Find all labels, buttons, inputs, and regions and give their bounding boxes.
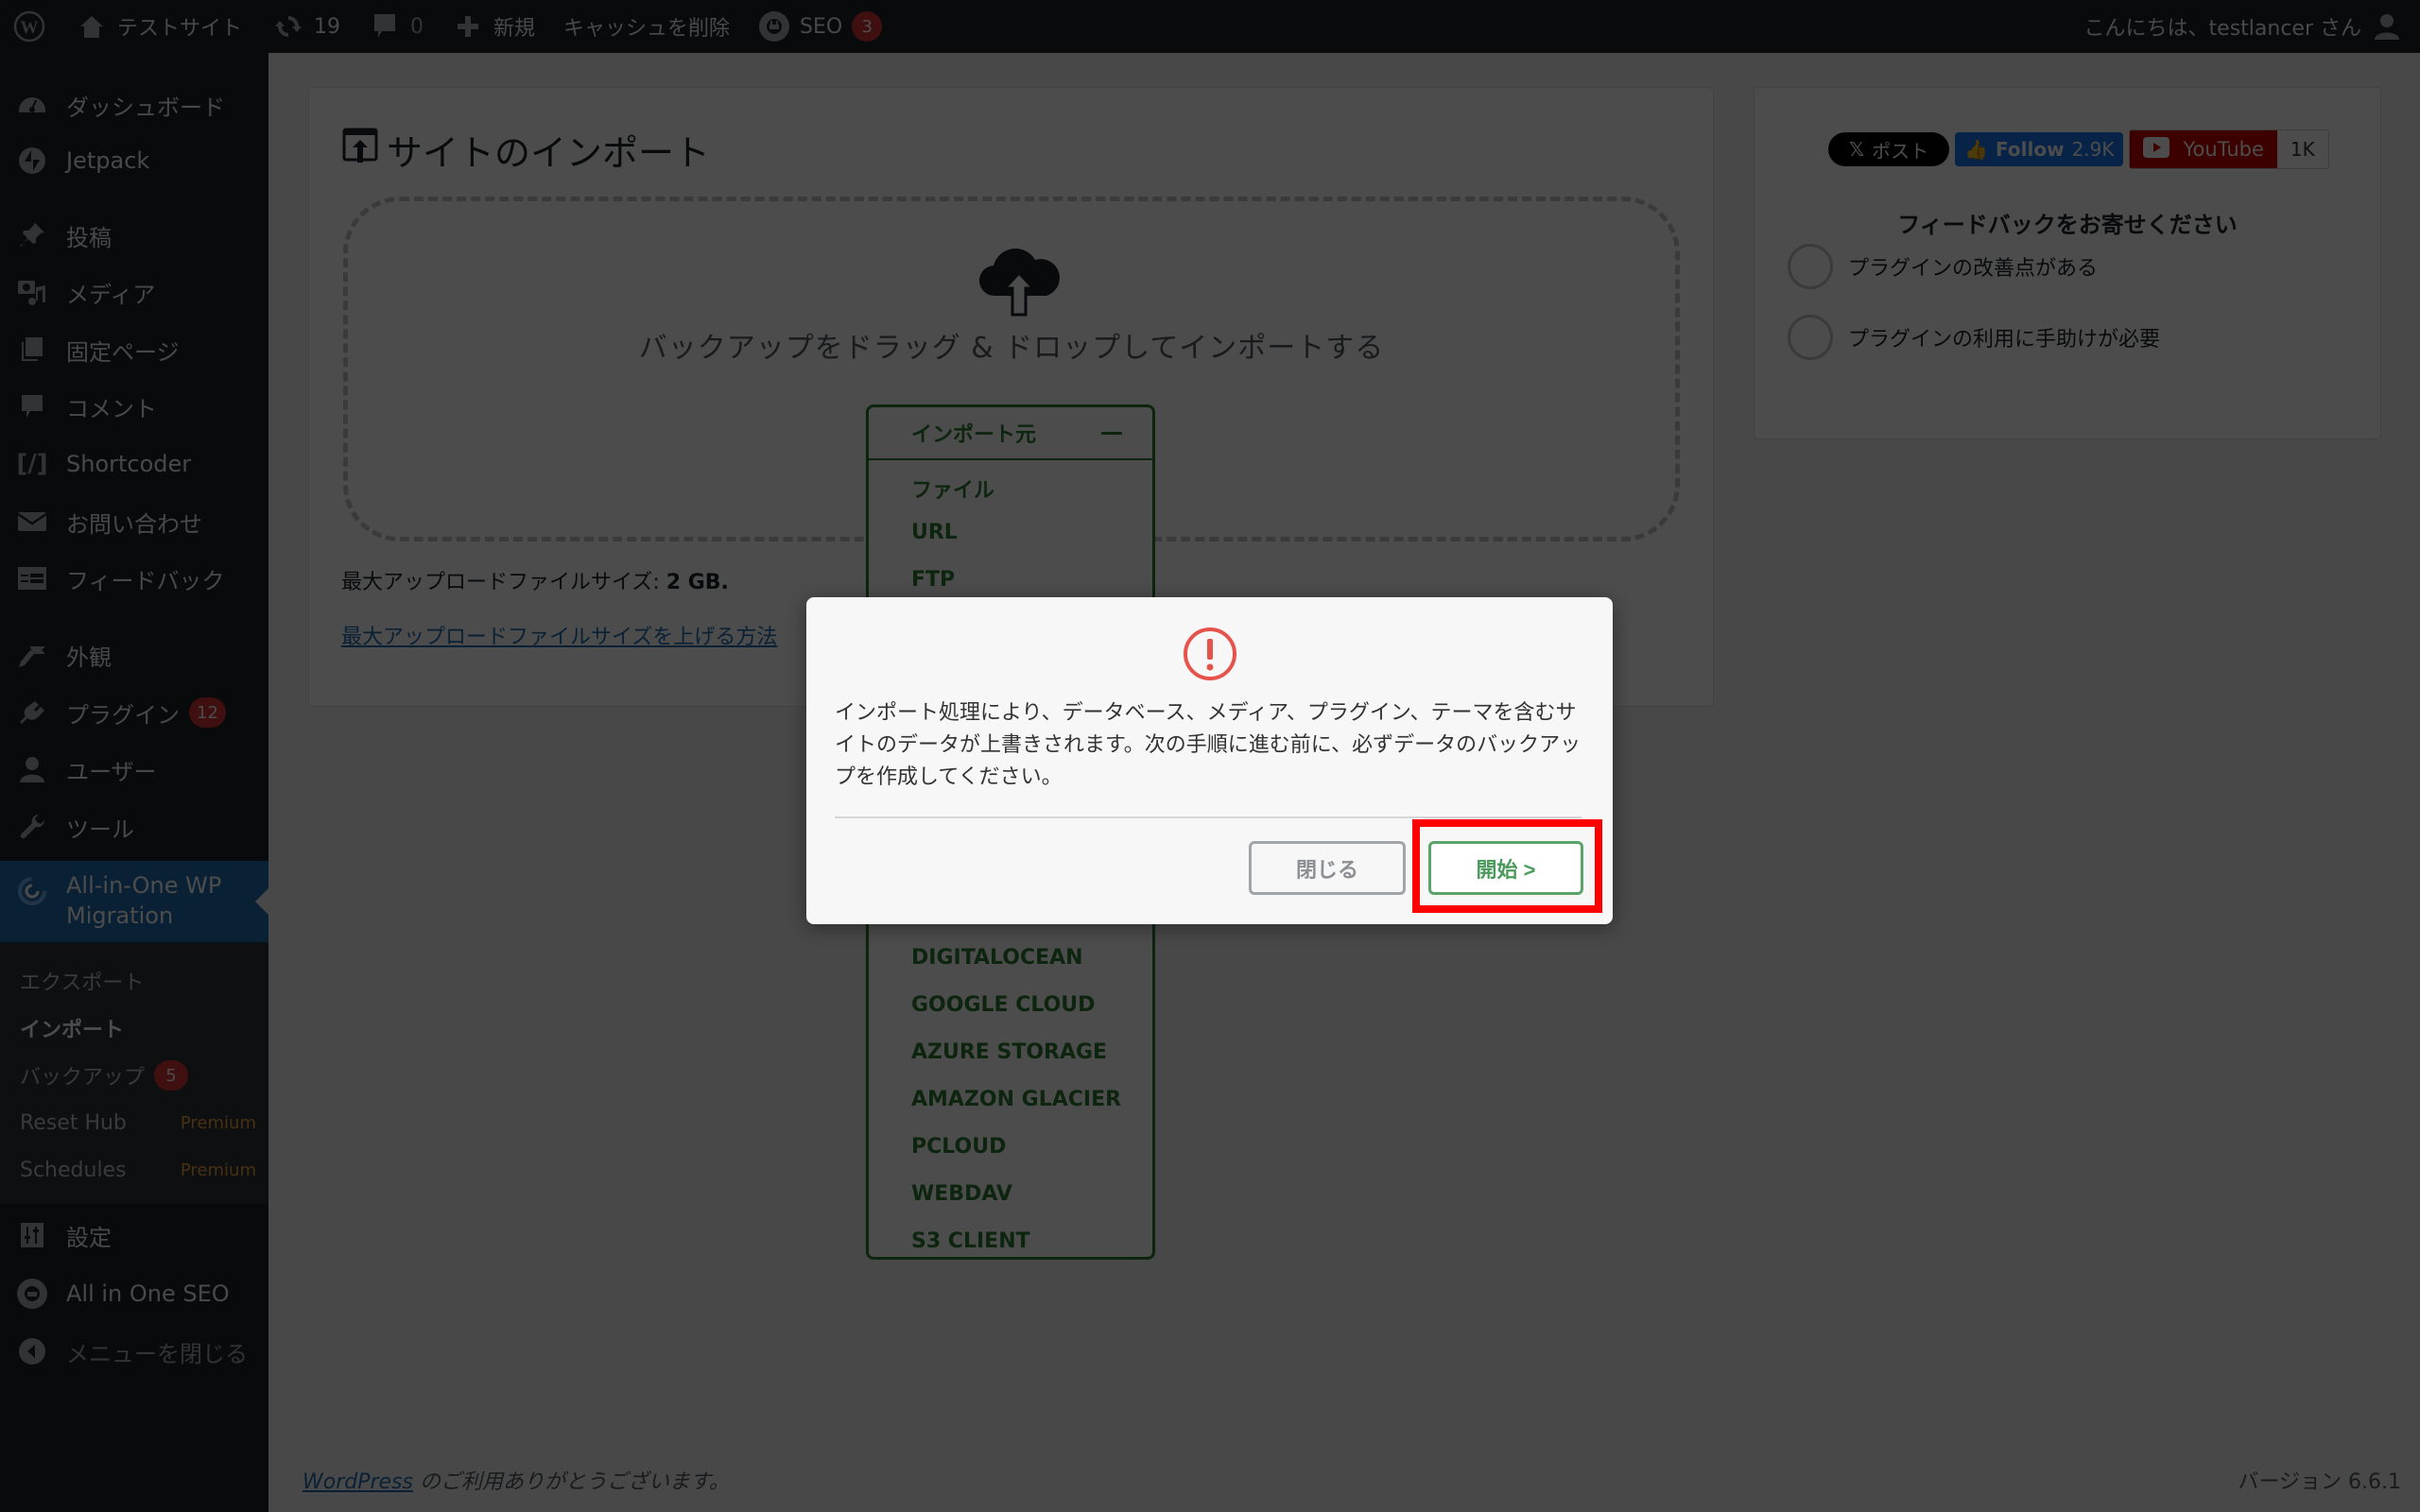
close-button[interactable]: 閉じる: [1249, 841, 1406, 895]
warning-icon: [1182, 626, 1238, 682]
modal-message: インポート処理により、データベース、メディア、プラグイン、テーマを含むサイトのデ…: [835, 701, 1582, 789]
annotation-highlight-box: [1412, 819, 1602, 913]
modal-divider: [835, 816, 1582, 818]
